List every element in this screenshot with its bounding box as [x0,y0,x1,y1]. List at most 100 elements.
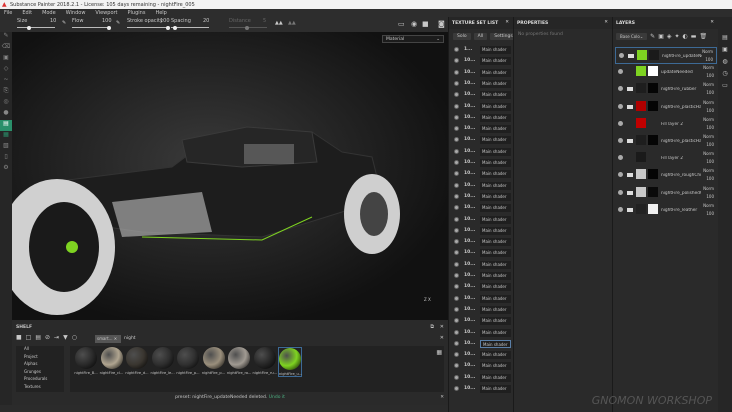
blend-mode-select[interactable]: Norm [703,117,714,122]
shader-select[interactable]: Main shader [480,339,511,348]
visibility-icon[interactable] [454,273,459,278]
settings-icon[interactable]: ⚙ [0,164,12,175]
texture-set-row[interactable]: 10... Main shader [452,203,512,213]
shader-select[interactable]: Main shader [480,181,511,190]
new-icon[interactable]: □ [26,334,32,341]
shader-select[interactable]: Main shader [480,79,511,88]
size-value[interactable]: 10 [50,18,56,24]
visibility-icon[interactable] [454,160,459,165]
folder-icon[interactable] [627,104,633,109]
visibility-icon[interactable] [454,374,459,380]
texture-set-row[interactable]: 10... Main shader [452,361,512,371]
visibility-icon[interactable] [454,103,459,109]
3d-viewport[interactable]: Material ⌄ Z X [12,32,448,320]
shelf-category[interactable]: Grunges [16,369,64,377]
globe-icon[interactable]: ◍ [722,58,727,65]
undock-icon[interactable]: ⧉ [430,324,434,330]
environment-icon[interactable]: ◉ [411,20,417,28]
texture-set-row[interactable]: 10... Main shader [452,260,512,270]
menu-plugins[interactable]: Plugins [128,10,146,16]
texture-set-row[interactable]: 10... Main shader [452,316,512,326]
effect-icon[interactable]: ✦ [675,33,680,40]
opacity-value[interactable]: 100 [706,194,714,199]
menu-window[interactable]: Window [66,10,86,16]
menu-help[interactable]: Help [155,10,166,16]
paint-layer-icon[interactable]: ✎ [650,33,655,40]
texture-set-row[interactable]: 1... Main shader [452,45,512,55]
shader-select[interactable]: Main shader [480,283,511,292]
picker-icon[interactable]: ◎ [0,98,12,109]
shader-select[interactable]: Main shader [480,238,511,247]
shader-select[interactable]: Main shader [480,192,511,201]
texture-set-row[interactable]: 10... Main shader [452,271,512,281]
polyfill-icon[interactable]: ◇ [0,65,12,76]
video-icon[interactable]: ■ [422,20,429,28]
visibility-icon[interactable] [618,172,623,178]
shader-select[interactable]: Main shader [480,249,511,258]
texture-set-row[interactable]: 10... Main shader [452,282,512,292]
menu-edit[interactable]: Edit [22,10,32,16]
shader-select[interactable]: Main shader [480,68,511,77]
visibility-icon[interactable] [454,193,459,199]
texture-set-row[interactable]: 10... Main shader [452,215,512,225]
layer-row[interactable]: nightFire_updateNeeded_1Norm 100 [615,47,717,64]
opacity-value[interactable]: 100 [705,57,713,62]
shader-select[interactable]: Main shader [480,102,511,111]
close-status-icon[interactable]: ✕ [440,395,444,400]
channel-select[interactable]: Base Colo⌄ [616,33,648,40]
visibility-icon[interactable] [454,284,459,290]
clear-search-icon[interactable]: ✕ [440,335,444,341]
save-icon[interactable]: ▤ [35,334,41,341]
material-item[interactable]: nightFire_ro... [227,347,251,375]
visibility-icon[interactable] [454,69,459,75]
visibility-icon[interactable] [454,216,459,222]
brush-icon[interactable]: ✎ [62,20,66,26]
texture-set-row[interactable]: 10... Main shader [452,169,512,179]
visibility-icon[interactable] [454,227,459,233]
visibility-icon[interactable] [454,363,459,369]
search-input[interactable]: night [124,336,136,341]
texture-set-row[interactable]: 10... Main shader [452,113,512,123]
stroke-opacity-slider[interactable] [127,25,170,30]
close-icon[interactable]: ✕ [604,20,608,25]
texture-set-row[interactable]: 10... Main shader [452,294,512,304]
shelf-category[interactable]: Alphas [16,361,64,369]
shader-select[interactable]: Main shader [480,351,511,360]
texture-set-row[interactable]: 10... Main shader [452,350,512,360]
close-shelf-icon[interactable]: ✕ [440,324,444,330]
solo-button[interactable]: Solo [453,33,471,40]
folder-icon[interactable] [627,139,633,143]
visibility-icon[interactable] [454,114,459,120]
shelf-category[interactable]: Procedurals [16,376,64,384]
close-icon[interactable]: ✕ [710,20,714,25]
material-item[interactable]: nightFire_p... [176,347,200,375]
shader-select[interactable]: Main shader [480,159,511,167]
visibility-icon[interactable] [454,205,459,211]
opacity-value[interactable]: 100 [706,176,714,181]
material-item[interactable]: nightFire_cl... [100,347,124,375]
texture-set-row[interactable]: 10... Main shader [452,192,512,202]
visibility-icon[interactable] [454,182,459,188]
shader-select[interactable]: Main shader [480,305,511,314]
texture-set-row[interactable]: 10... Main shader [452,90,512,100]
texture-set-row[interactable]: 10... Main shader [452,79,512,89]
group-icon[interactable]: ▬ [691,33,697,40]
mask-icon[interactable]: ◈ [667,33,672,40]
visibility-icon[interactable] [454,329,459,335]
delete-icon[interactable]: 🗑 [699,33,707,40]
shader-select[interactable]: Main shader [480,170,511,179]
shader-select[interactable]: Main shader [480,294,511,303]
grid-view-icon[interactable]: ▦ [436,349,442,356]
layer-row[interactable]: nightFire_plasticHar...Norm 100 [615,99,717,116]
folder-icon[interactable] [627,207,633,212]
projection-tool-icon[interactable]: ▣ [0,54,12,65]
visibility-icon[interactable] [454,250,459,256]
layer-row[interactable]: nightFire_roughChr...Norm 100 [615,167,717,184]
shader-select[interactable]: Main shader [480,91,511,100]
layer-row[interactable]: updateNeeded Norm 100 [615,64,717,81]
opacity-value[interactable]: 100 [706,211,714,216]
shelf-category[interactable]: All [16,346,64,354]
material-item[interactable]: nightFire_ru... [253,347,277,375]
generator-icon[interactable]: ◐ [683,33,688,40]
texture-set-row[interactable]: 10... Main shader [452,339,512,349]
